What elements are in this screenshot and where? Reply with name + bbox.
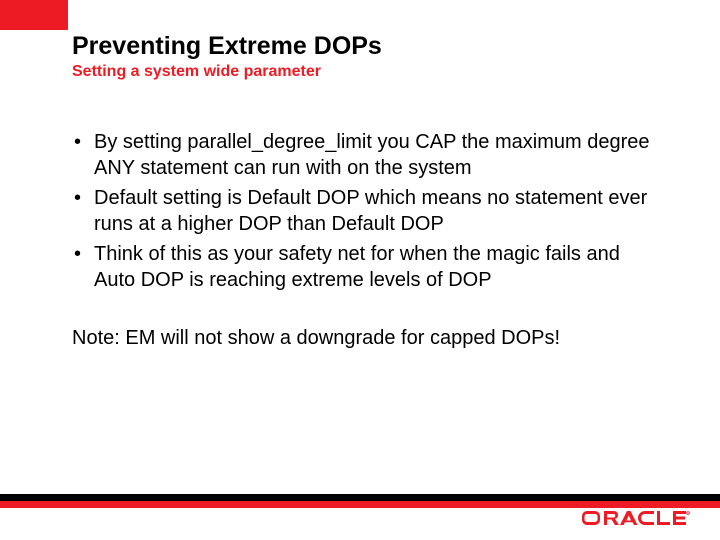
slide-content: Preventing Extreme DOPs Setting a system…	[72, 32, 650, 351]
list-item: Default setting is Default DOP which mea…	[72, 185, 650, 237]
list-item: By setting parallel_degree_limit you CAP…	[72, 129, 650, 181]
footer-bar	[0, 494, 720, 508]
slide-subtitle: Setting a system wide parameter	[72, 63, 650, 81]
oracle-logo-icon: R	[582, 510, 692, 528]
list-item: Think of this as your safety net for whe…	[72, 241, 650, 293]
slide-footer: R	[0, 494, 720, 534]
slide-title: Preventing Extreme DOPs	[72, 32, 650, 61]
slide-note: Note: EM will not show a downgrade for c…	[72, 325, 650, 351]
bullet-list: By setting parallel_degree_limit you CAP…	[72, 129, 650, 293]
brand-accent-square	[0, 0, 68, 30]
